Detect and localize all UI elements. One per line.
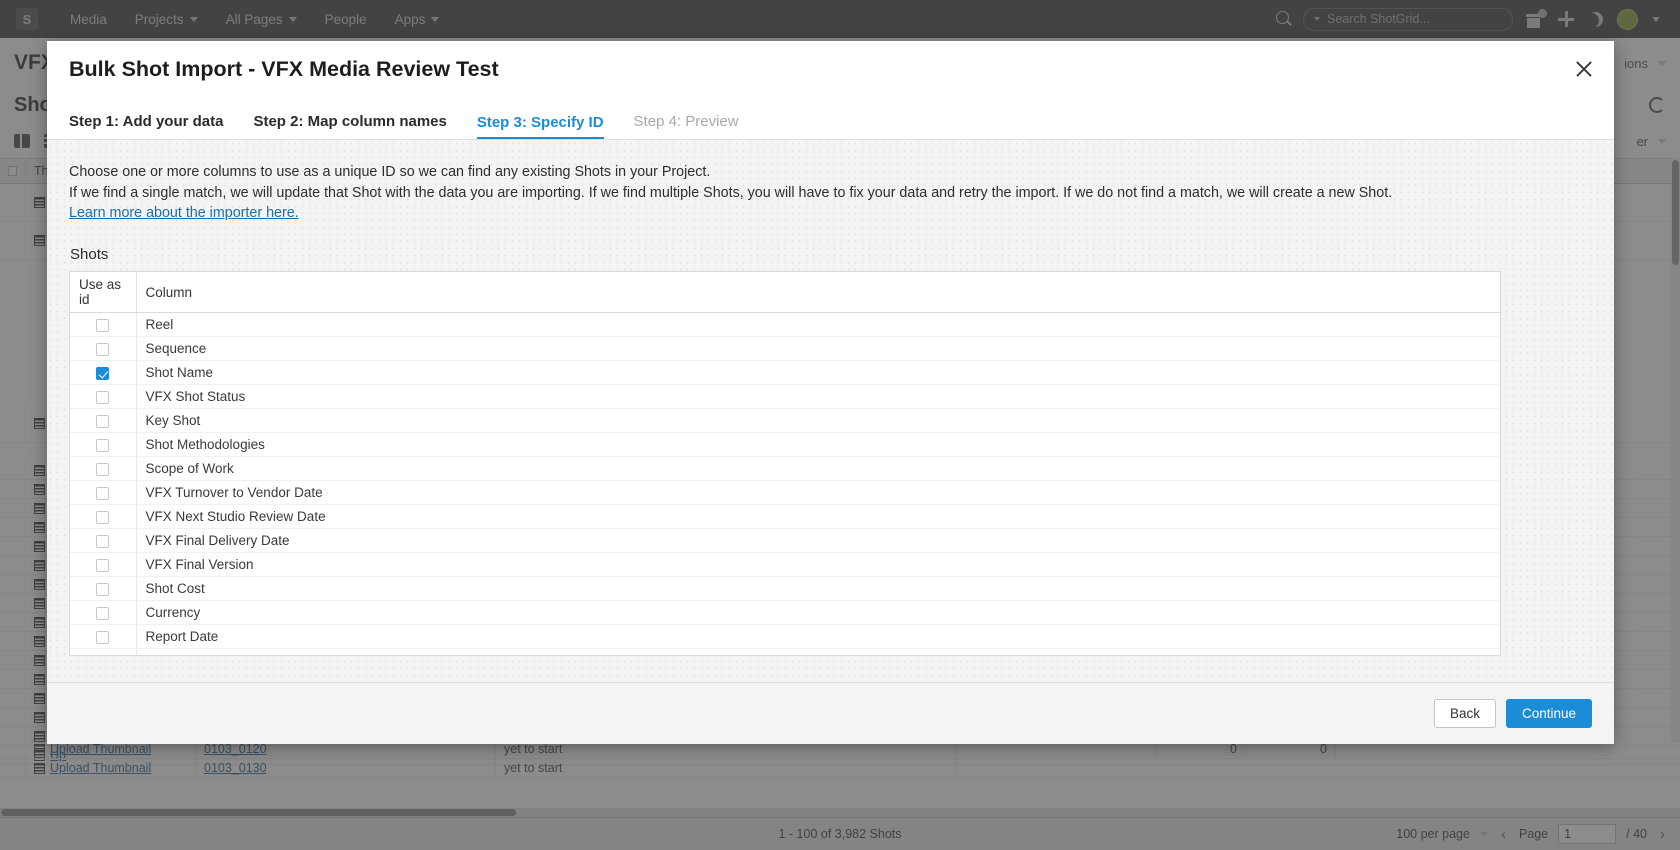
column-name-cell: Report Note [136, 649, 1500, 655]
column-name-cell: VFX Shot Status [136, 384, 1500, 409]
table-row[interactable]: Scope of Work [70, 456, 1500, 481]
use-as-id-cell[interactable] [70, 432, 137, 457]
id-column-table-wrapper: Use as id Column Reel Sequence Shot Name VF… [69, 271, 1501, 656]
modal-header: Bulk Shot Import - VFX Media Review Test [47, 41, 1614, 97]
column-name-cell: VFX Final Version [136, 552, 1500, 577]
table-row[interactable]: Sequence [70, 336, 1500, 361]
use-as-id-cell[interactable] [70, 360, 137, 385]
use-as-id-cell[interactable] [70, 384, 137, 409]
use-as-id-cell[interactable] [70, 624, 137, 649]
use-as-id-cell[interactable] [70, 336, 137, 361]
column-name-cell: Shot Cost [136, 576, 1500, 601]
tab-step-3[interactable]: Step 3: Specify ID [476, 114, 604, 139]
modal-title: Bulk Shot Import - VFX Media Review Test [69, 56, 499, 81]
use-as-id-checkbox[interactable] [96, 655, 109, 656]
back-button[interactable]: Back [1433, 699, 1496, 728]
use-as-id-checkbox[interactable] [96, 318, 110, 332]
continue-button[interactable]: Continue [1505, 699, 1592, 728]
use-as-id-cell[interactable] [70, 528, 137, 553]
use-as-id-cell[interactable] [70, 600, 137, 625]
column-name-cell: Sequence [136, 336, 1500, 361]
table-row[interactable]: Key Shot [70, 408, 1500, 433]
use-as-id-cell[interactable] [70, 408, 137, 433]
use-as-id-checkbox[interactable] [96, 486, 110, 500]
column-name-cell: Reel [136, 312, 1500, 337]
use-as-id-cell[interactable] [70, 312, 137, 337]
table-row[interactable]: VFX Final Version [70, 552, 1500, 577]
modal-footer: Back Continue [47, 682, 1614, 744]
table-header-row: Use as id Column [70, 272, 1500, 313]
tab-step-2[interactable]: Step 2: Map column names [253, 113, 446, 139]
column-name-cell: Scope of Work [136, 456, 1500, 481]
use-as-id-checkbox[interactable] [96, 390, 110, 404]
use-as-id-checkbox[interactable] [96, 438, 110, 452]
column-name-cell: VFX Turnover to Vendor Date [136, 480, 1500, 505]
bulk-import-modal: Bulk Shot Import - VFX Media Review Test… [47, 41, 1614, 744]
table-row[interactable]: Shot Name [70, 360, 1500, 385]
use-as-id-checkbox[interactable] [96, 462, 110, 476]
entity-label: Shots [70, 246, 109, 263]
use-as-id-cell[interactable] [70, 648, 137, 656]
column-name-cell: Currency [136, 600, 1500, 625]
tab-step-1[interactable]: Step 1: Add your data [69, 113, 223, 139]
use-as-id-checkbox[interactable] [96, 534, 110, 548]
table-row[interactable]: Reel [70, 312, 1500, 337]
table-row[interactable]: Report Note [70, 648, 1500, 656]
use-as-id-checkbox[interactable] [96, 510, 110, 524]
table-row[interactable]: VFX Turnover to Vendor Date [70, 480, 1500, 505]
use-as-id-checkbox[interactable] [96, 414, 110, 428]
use-as-id-cell[interactable] [70, 480, 137, 505]
use-as-id-checkbox[interactable] [96, 342, 110, 356]
id-column-table: Use as id Column Reel Sequence Shot Name VF… [70, 272, 1500, 656]
modal-body: Choose one or more columns to use as a u… [47, 140, 1614, 682]
use-as-id-checkbox[interactable] [96, 606, 110, 620]
table-row[interactable]: VFX Shot Status [70, 384, 1500, 409]
intro-line-2: If we find a single match, we will updat… [69, 185, 1393, 201]
column-name-cell: Shot Name [136, 360, 1500, 385]
use-as-id-checkbox[interactable] [96, 630, 110, 644]
column-name-cell: Key Shot [136, 408, 1500, 433]
use-as-id-cell[interactable] [70, 504, 137, 529]
use-as-id-cell[interactable] [70, 552, 137, 577]
table-row[interactable]: Shot Methodologies [70, 432, 1500, 457]
use-as-id-cell[interactable] [70, 576, 137, 601]
column-name-cell: VFX Next Studio Review Date [136, 504, 1500, 529]
table-row[interactable]: Currency [70, 600, 1500, 625]
id-column-table-body: Reel Sequence Shot Name VFX Shot Status Key … [70, 312, 1500, 656]
learn-more-link[interactable]: Learn more about the importer here. [69, 205, 299, 221]
table-row[interactable]: Report Date [70, 624, 1500, 649]
use-as-id-checkbox[interactable] [96, 366, 110, 380]
table-row[interactable]: VFX Next Studio Review Date [70, 504, 1500, 529]
use-as-id-cell[interactable] [70, 456, 137, 481]
column-header-column: Column [136, 272, 1500, 313]
column-name-cell: VFX Final Delivery Date [136, 528, 1500, 553]
table-row[interactable]: VFX Final Delivery Date [70, 528, 1500, 553]
close-icon[interactable] [1572, 57, 1596, 81]
step-tabs: Step 1: Add your data Step 2: Map column… [47, 97, 1614, 140]
column-name-cell: Report Date [136, 624, 1500, 649]
intro-line-1: Choose one or more columns to use as a u… [69, 164, 711, 180]
use-as-id-checkbox[interactable] [96, 582, 110, 596]
tab-step-4: Step 4: Preview [633, 113, 739, 130]
column-header-use-as-id: Use as id [70, 272, 137, 313]
use-as-id-checkbox[interactable] [96, 558, 110, 572]
column-name-cell: Shot Methodologies [136, 432, 1500, 457]
table-row[interactable]: Shot Cost [70, 576, 1500, 601]
